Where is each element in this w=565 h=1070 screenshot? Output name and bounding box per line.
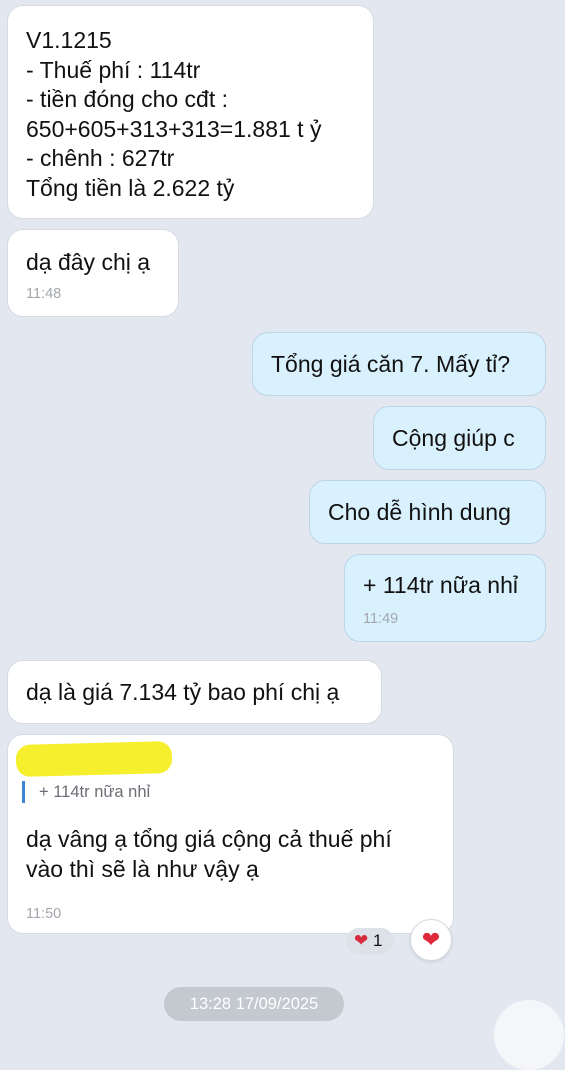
scroll-down-button[interactable] [494,1000,564,1070]
highlighter-mark [15,740,173,778]
heart-icon: ❤ [421,927,441,952]
message-text-line: 650+605+313+313=1.881 t ỷ [26,115,322,142]
message-text: dạ đây chị ạ [26,249,151,275]
reaction-count: 1 [372,931,383,950]
message-bubble-outgoing[interactable]: Tổng giá căn 7. Mấy tỉ? [252,332,546,396]
message-timestamp: 11:49 [363,610,399,627]
message-text-line: - Thuế phí : 114tr [26,56,201,83]
message-timestamp: 11:48 [26,285,62,302]
message-text-line: - tiền đóng cho cđt : [26,86,229,112]
message-text: Cộng giúp c [392,425,515,451]
message-text: + 114tr nữa nhỉ [363,572,518,598]
message-bubble-outgoing[interactable]: Cho dễ hình dung [309,480,546,544]
message-text-line: - chênh : 627tr [26,145,175,171]
react-heart-button[interactable]: ❤ [410,919,452,961]
message-text-line: dạ vâng ạ tổng giá cộng cả thuế phí [26,826,392,852]
message-text-line: V1.1215 [26,27,112,53]
message-bubble-outgoing[interactable]: + 114tr nữa nhỉ 11:49 [344,554,546,642]
message-text: Tổng giá căn 7. Mấy tỉ? [271,351,511,377]
date-divider: 13:28 17/09/2025 [164,987,344,1021]
message-bubble-incoming[interactable]: dạ là giá 7.134 tỷ bao phí chị ạ [7,660,382,724]
message-bubble-incoming-reply[interactable]: + 114tr nữa nhỉ dạ vâng ạ tổng giá cộng … [7,734,454,934]
heart-icon: ❤ [354,931,369,950]
message-bubble-incoming[interactable]: dạ đây chị ạ 11:48 [7,229,179,317]
message-text-line: Tổng tiền là 2.622 tỷ [26,174,235,201]
message-text: Cho dễ hình dung [328,499,511,525]
reaction-count-badge[interactable]: ❤ 1 [346,928,394,954]
message-text: dạ là giá 7.134 tỷ bao phí chị ạ [26,679,340,705]
message-bubble-incoming[interactable]: V1.1215 - Thuế phí : 114tr - tiền đóng c… [7,5,374,219]
quoted-message[interactable]: + 114tr nữa nhỉ [22,781,150,803]
message-bubble-outgoing[interactable]: Cộng giúp c [373,406,546,470]
message-text-line: vào thì sẽ là như vậy ạ [26,855,259,882]
quoted-message-text: + 114tr nữa nhỉ [39,783,151,801]
message-timestamp: 11:50 [26,906,62,922]
